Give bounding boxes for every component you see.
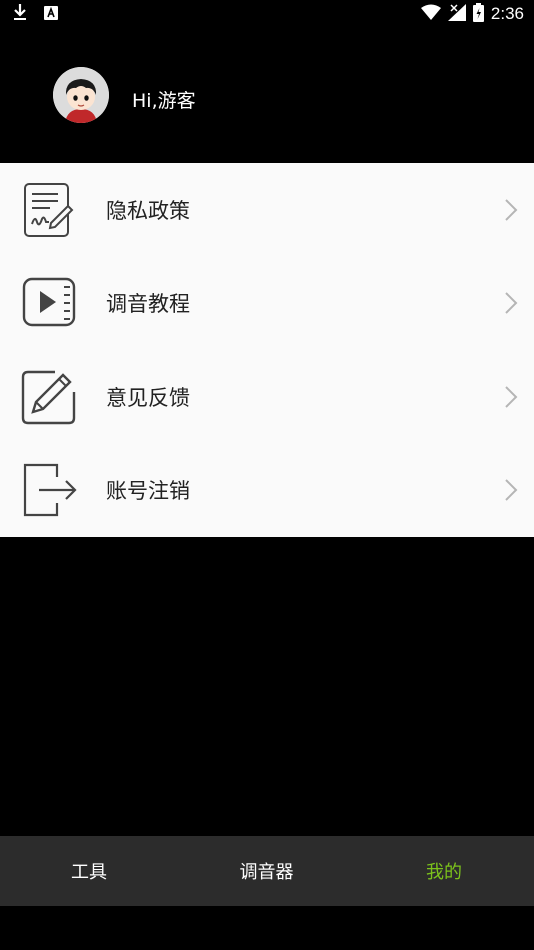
tab-tuner[interactable]: 调音器 xyxy=(201,836,331,906)
menu-item-label: 隐私政策 xyxy=(106,198,190,223)
edit-pencil-icon xyxy=(18,367,78,427)
greeting-text: Hi,游客 xyxy=(132,90,196,112)
video-play-icon xyxy=(18,273,78,333)
document-sign-icon xyxy=(18,180,78,240)
menu-item-tuning-tutorial[interactable]: 调音教程 xyxy=(0,257,534,351)
user-avatar-icon xyxy=(53,67,109,123)
menu-item-label: 意见反馈 xyxy=(106,385,190,410)
a-notification-icon xyxy=(44,5,58,24)
status-time: 2:36 xyxy=(490,4,524,23)
tab-tools[interactable]: 工具 xyxy=(0,836,201,906)
profile-header: Hi,游客 xyxy=(0,28,534,163)
status-left xyxy=(12,3,58,25)
menu-item-account-deletion[interactable]: 账号注销 xyxy=(0,444,534,538)
status-right: 2:36 xyxy=(420,2,524,26)
wifi-icon xyxy=(420,4,441,24)
download-icon xyxy=(12,3,28,25)
chevron-right-icon xyxy=(505,199,518,221)
menu-item-privacy-policy[interactable]: 隐私政策 xyxy=(0,163,534,257)
signal-icon xyxy=(447,3,466,25)
status-bar: 2:36 xyxy=(0,0,534,28)
battery-icon xyxy=(472,2,484,26)
chevron-right-icon xyxy=(505,479,518,501)
tab-mine[interactable]: 我的 xyxy=(332,836,534,906)
chevron-right-icon xyxy=(505,292,518,314)
chevron-right-icon xyxy=(505,386,518,408)
bottom-tab-bar: 工具 调音器 我的 xyxy=(0,836,534,906)
menu-item-feedback[interactable]: 意见反馈 xyxy=(0,350,534,444)
logout-icon xyxy=(18,460,78,520)
menu-item-label: 账号注销 xyxy=(106,479,190,504)
menu-list: 隐私政策 调音教程 意见反馈 账号注销 xyxy=(0,163,534,537)
menu-item-label: 调音教程 xyxy=(106,292,190,317)
avatar[interactable] xyxy=(53,67,109,123)
